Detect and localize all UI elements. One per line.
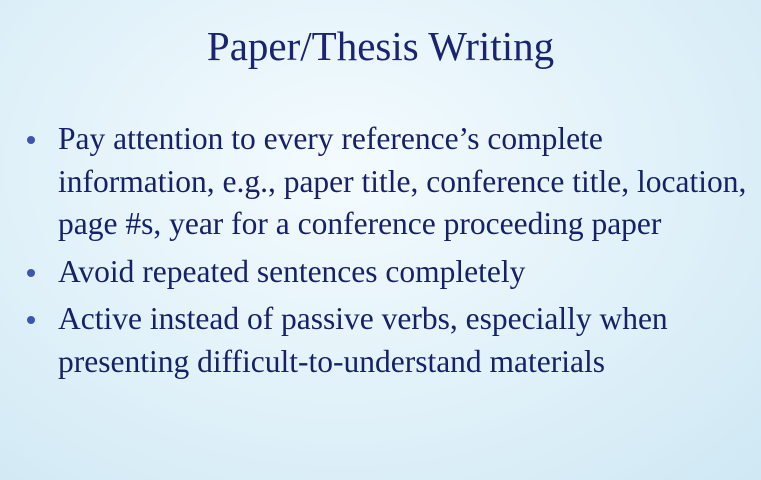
slide: Paper/Thesis Writing Pay attention to ev… <box>0 0 761 480</box>
bullet-list: Pay attention to every reference’s compl… <box>20 118 750 388</box>
slide-title: Paper/Thesis Writing <box>206 23 555 69</box>
bullet-item: Pay attention to every reference’s compl… <box>20 118 750 246</box>
bullet-dot-icon <box>27 136 35 144</box>
bullet-text: Pay attention to every reference’s compl… <box>58 121 747 241</box>
bullet-text: Avoid repeated sentences completely <box>58 253 526 289</box>
bullet-text: Active instead of passive verbs, especia… <box>58 301 668 379</box>
bullet-item: Active instead of passive verbs, especia… <box>20 298 750 383</box>
bullet-item: Avoid repeated sentences completely <box>20 251 750 294</box>
bullet-dot-icon <box>27 316 35 324</box>
bullet-dot-icon <box>27 268 35 277</box>
